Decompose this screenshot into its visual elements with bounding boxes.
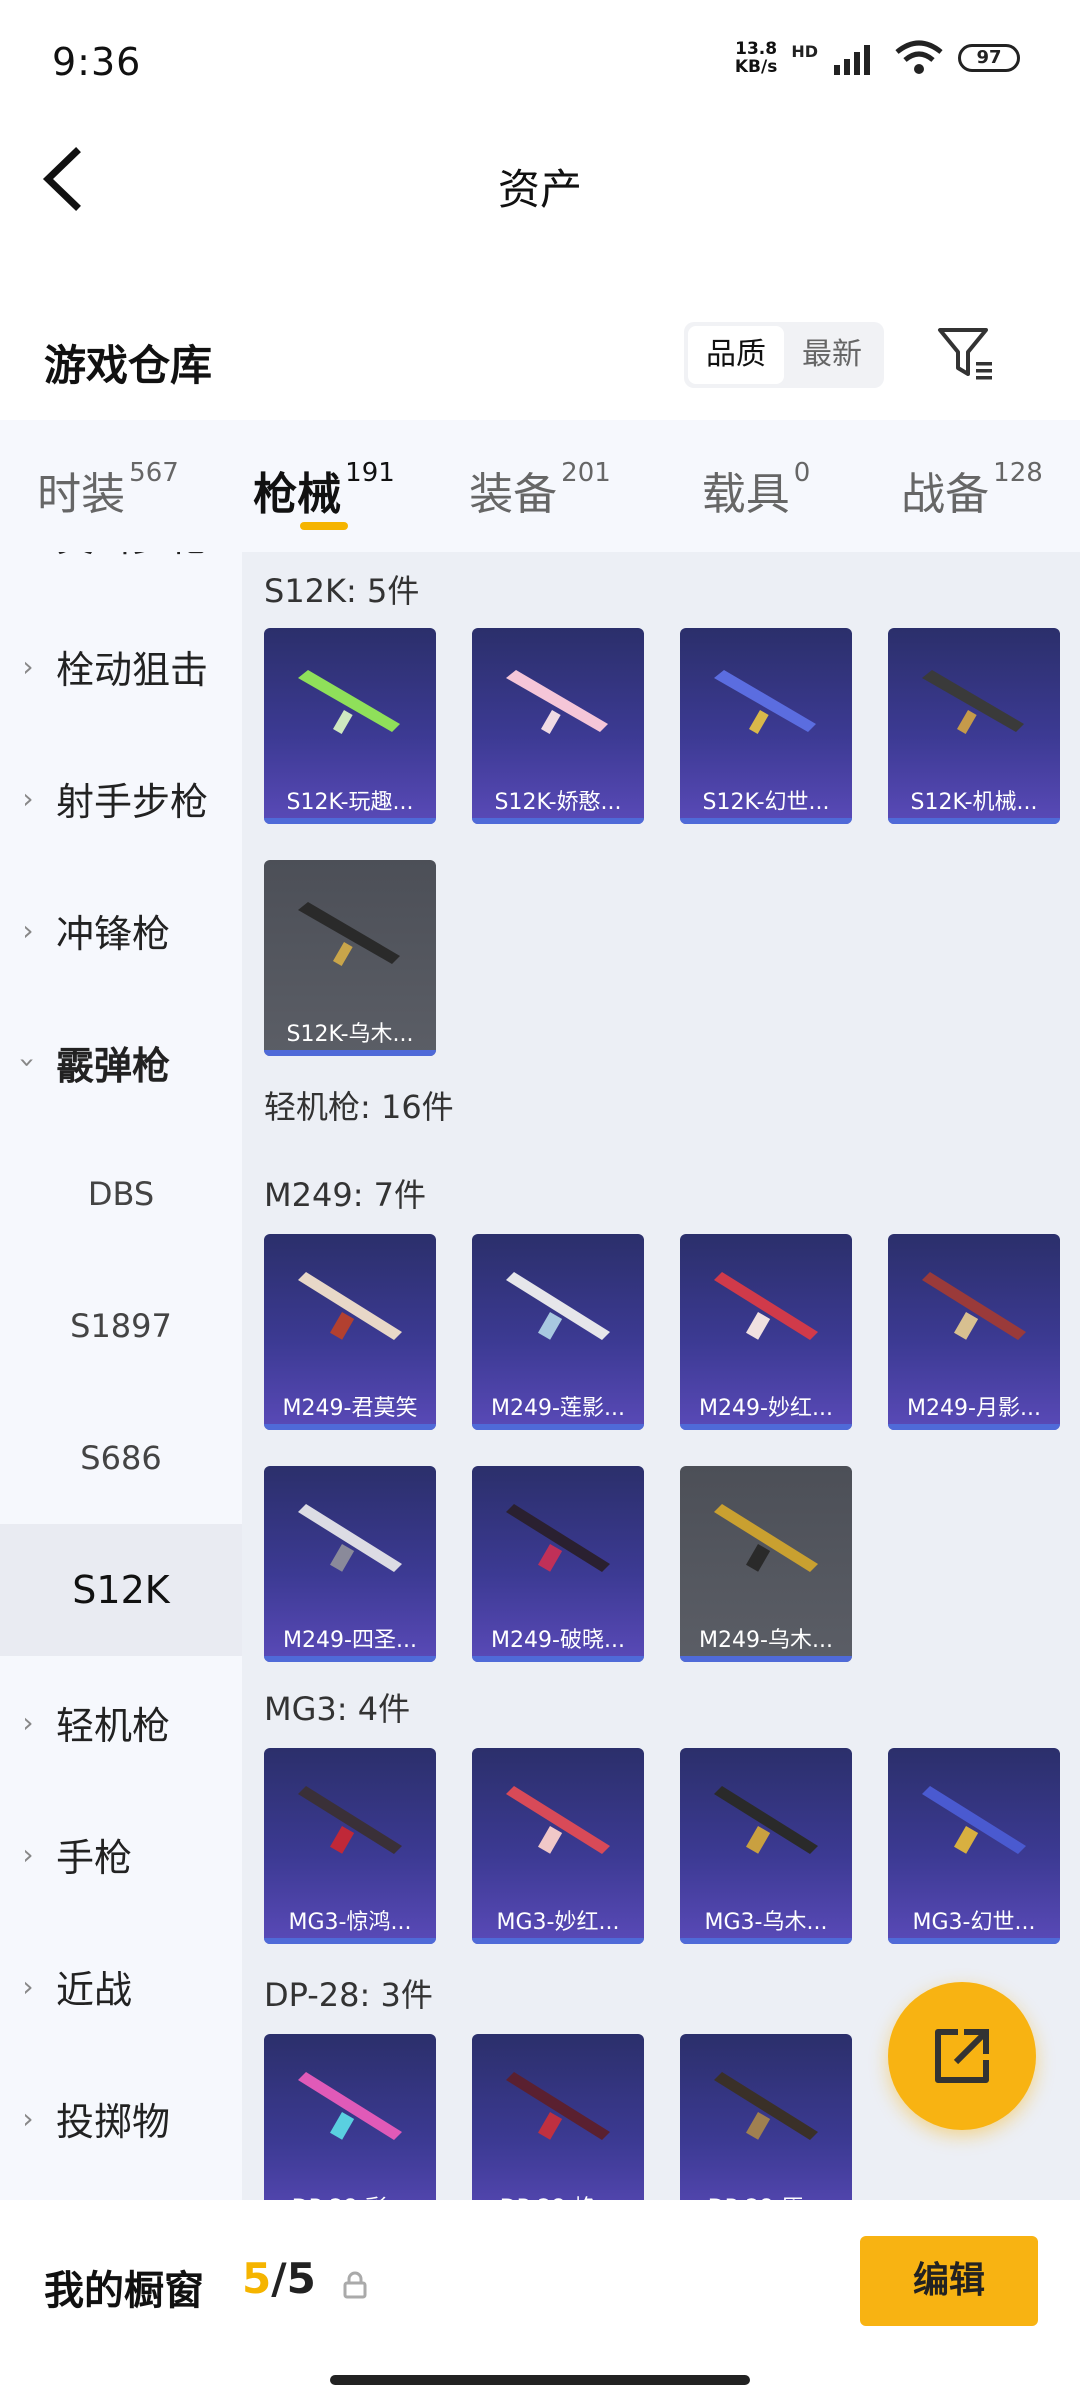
sidebar-sub-s1897[interactable]: S1897 [0,1260,242,1392]
rifle-icon [714,670,816,735]
share-icon [935,2029,989,2083]
item-card[interactable]: MG3-乌木... [680,1748,852,1944]
group-title-m249: M249: 7件 [264,1176,427,1214]
showcase-count: 5/5 [242,2254,316,2303]
machine-gun-icon [298,1272,402,1340]
item-card[interactable]: M249-莲影... [472,1234,644,1430]
sidebar-sub-s12k[interactable]: S12K [0,1524,242,1656]
item-card[interactable]: M249-乌木... [680,1466,852,1662]
item-card[interactable]: S12K-乌木... [264,860,436,1056]
status-icons: 13.8 KB/s HD 97 [735,40,1020,76]
edit-button[interactable]: 编辑 [860,2236,1038,2326]
machine-gun-icon [506,1272,610,1340]
showcase-label: 我的橱窗 [44,2268,204,2314]
header: 资产 [0,120,1080,240]
section-title: 游戏仓库 [44,341,213,390]
hd-label: HD [791,41,818,61]
wifi-icon [895,40,943,74]
rifle-icon [298,2072,402,2140]
machine-gun-icon [506,1504,610,1572]
group-title-s12k: S12K: 5件 [264,572,420,610]
tab-vehicles[interactable]: 载具 0 [648,420,864,552]
sidebar-sub-s686[interactable]: S686 [0,1392,242,1524]
weapon-category-sidebar: › 突击步枪 › 栓动狙击 › 射手步枪 › 冲锋枪 › 霰弹枪 DBS S18… [0,552,242,2200]
warehouse-header: 游戏仓库 品质 最新 [0,300,1080,410]
sidebar-item-pistol[interactable]: › 手枪 [0,1788,242,1920]
tab-supplies[interactable]: 战备 128 [864,420,1080,552]
share-button[interactable] [888,1982,1036,2130]
battery-indicator: 97 [958,44,1020,72]
item-card[interactable]: S12K-娇憨... [472,628,644,824]
sidebar-item-marksman[interactable]: › 射手步枪 [0,732,242,864]
machine-gun-icon [922,1272,1026,1340]
tab-equipment[interactable]: 装备 201 [432,420,648,552]
rifle-icon [714,2072,818,2140]
item-card[interactable]: M249-四圣... [264,1466,436,1662]
sort-quality-button[interactable]: 品质 [688,326,784,384]
status-time: 9:36 [52,40,142,84]
chevron-right-icon: › [22,1705,34,1739]
machine-gun-icon [298,1504,402,1572]
item-card[interactable]: DP-28-彩... [264,2034,436,2200]
rifle-icon [506,670,608,735]
chevron-right-icon: › [22,649,34,683]
chevron-right-icon: › [22,1969,34,2003]
machine-gun-icon [714,1504,818,1572]
tab-costume[interactable]: 时装 567 [0,420,216,552]
chevron-right-icon: › [22,1837,34,1871]
group-title-mg3: MG3: 4件 [264,1690,411,1728]
item-card[interactable]: S12K-幻世... [680,628,852,824]
sidebar-item-smg[interactable]: › 冲锋枪 [0,864,242,996]
item-card[interactable]: M249-破晓... [472,1466,644,1662]
item-card[interactable]: MG3-惊鸿... [264,1748,436,1944]
item-card[interactable]: S12K-玩趣... [264,628,436,824]
sidebar-item-lmg[interactable]: › 轻机枪 [0,1656,242,1788]
sidebar-item-melee[interactable]: › 近战 [0,1920,242,2052]
item-card[interactable]: M249-君莫笑 [264,1234,436,1430]
item-card[interactable]: DP-28-焰... [472,2034,644,2200]
chevron-right-icon: › [22,2101,34,2135]
page-title: 资产 [497,165,582,214]
item-card[interactable]: DP-28-原... [680,2034,852,2200]
status-bar: 9:36 13.8 KB/s HD 97 [0,0,1080,120]
lock-icon [343,2271,367,2299]
filter-icon [938,328,992,380]
sidebar-item-assault-rifle[interactable]: › 突击步枪 [0,552,242,600]
network-speed: 13.8 KB/s [734,39,778,77]
active-tab-indicator [300,522,348,530]
item-card[interactable]: M249-月影... [888,1234,1060,1430]
machine-gun-icon [714,1786,818,1854]
sidebar-item-shotgun[interactable]: › 霰弹枪 [0,996,242,1128]
item-card[interactable]: M249-妙红... [680,1234,852,1430]
machine-gun-icon [298,1786,402,1854]
filter-button[interactable] [930,318,1000,388]
item-grid: S12K: 5件 S12K-玩趣... S12K-娇憨... S12K-幻世..… [242,552,1080,2200]
chevron-right-icon: › [22,913,34,947]
machine-gun-icon [506,1786,610,1854]
sidebar-item-throwable[interactable]: › 投掷物 [0,2052,242,2184]
machine-gun-icon [714,1272,818,1340]
tab-weapons[interactable]: 枪械 191 [216,420,432,552]
rifle-icon [298,902,400,967]
bottom-bar: 我的橱窗 5/5 编辑 [0,2200,1080,2400]
chevron-down-icon: › [11,1056,45,1068]
item-card[interactable]: MG3-幻世... [888,1748,1060,1944]
item-card[interactable]: S12K-机械... [888,628,1060,824]
category-tabs: 时装 567 枪械 191 装备 201 载具 0 战备 128 [0,420,1080,552]
sort-toggle: 品质 最新 [684,322,884,388]
rifle-icon [506,2072,610,2140]
item-card[interactable]: MG3-妙红... [472,1748,644,1944]
rifle-icon [922,670,1024,735]
rifle-icon [298,670,400,735]
sort-newest-button[interactable]: 最新 [784,326,880,384]
sidebar-sub-dbs[interactable]: DBS [0,1128,242,1260]
signal-icon [834,45,870,75]
machine-gun-icon [922,1786,1026,1854]
home-indicator [330,2375,750,2385]
chevron-right-icon: › [22,781,34,815]
group-title-lmg: 轻机枪: 16件 [264,1088,454,1126]
sidebar-item-bolt-sniper[interactable]: › 栓动狙击 [0,600,242,732]
group-title-dp28: DP-28: 3件 [264,1976,433,2014]
